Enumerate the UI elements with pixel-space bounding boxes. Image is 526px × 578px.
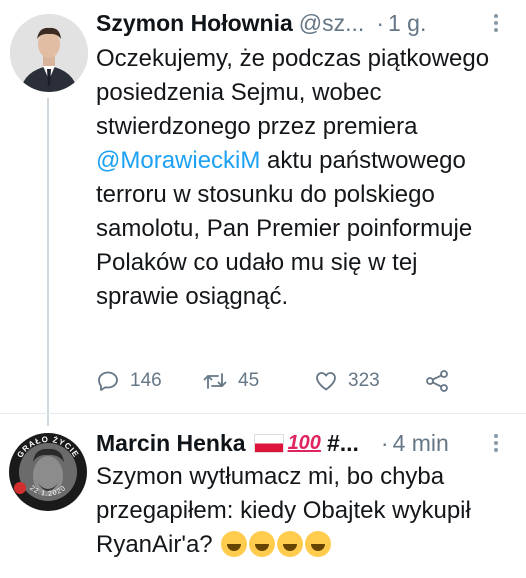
heart-icon [316, 372, 336, 391]
separator-dot: · [376, 9, 384, 36]
rolling-laughing-emoji [249, 531, 276, 557]
tweet-text: Szymon wytłumacz mi, bo chyba przegapiłe… [96, 460, 512, 562]
author-name-suffix[interactable]: #... [327, 430, 359, 457]
tweet-text-part: Oczekujemy, że podczas piątkowego posied… [96, 45, 490, 140]
thread-line [47, 98, 49, 414]
retweet-count: 45 [238, 370, 260, 391]
thread-line [47, 414, 49, 426]
more-vertical-icon[interactable] [486, 430, 506, 456]
avatar[interactable]: GRAŁO ŻYCIE 22.1.2020 [8, 432, 88, 512]
avatar[interactable] [10, 14, 88, 92]
retweet-icon [203, 373, 227, 389]
reply-count: 146 [130, 370, 162, 391]
timestamp[interactable]: 4 min [393, 430, 449, 457]
retweet-button[interactable]: 45 [202, 369, 314, 393]
timestamp[interactable]: 1 g. [388, 10, 426, 37]
share-button[interactable] [424, 369, 450, 393]
reply-button[interactable]: 146 [96, 369, 202, 393]
poland-flag-icon [253, 433, 284, 453]
more-vertical-icon[interactable] [486, 10, 506, 36]
hundred-points-emoji: 100 [287, 431, 321, 454]
reply-icon [98, 371, 118, 391]
rolling-laughing-emoji [305, 531, 332, 557]
tweet-header: Marcin Henka 100 #... · 4 min [96, 428, 512, 458]
tweet-hołownia[interactable]: Szymon Hołownia @sz... · 1 g. Oczekujemy… [0, 0, 526, 414]
author-handle[interactable]: @sz... [299, 10, 365, 37]
mention-link[interactable]: @MorawieckiM [96, 147, 260, 174]
author-name[interactable]: Szymon Hołownia [96, 10, 293, 37]
tweet-actions: 146 45 323 [96, 366, 506, 396]
author-name[interactable]: Marcin Henka [96, 430, 246, 457]
tweet-text: Oczekujemy, że podczas piątkowego posied… [96, 42, 506, 314]
like-button[interactable]: 323 [314, 369, 424, 393]
winking-tongue-emoji [221, 531, 248, 557]
rolling-laughing-emoji [277, 531, 304, 557]
tweet-header: Szymon Hołownia @sz... · 1 g. [96, 8, 512, 38]
like-count: 323 [348, 370, 380, 391]
separator-dot: · [380, 429, 389, 456]
tweet-henka[interactable]: GRAŁO ŻYCIE 22.1.2020 Marcin Henka 100 #… [0, 414, 526, 578]
share-icon [426, 370, 448, 392]
